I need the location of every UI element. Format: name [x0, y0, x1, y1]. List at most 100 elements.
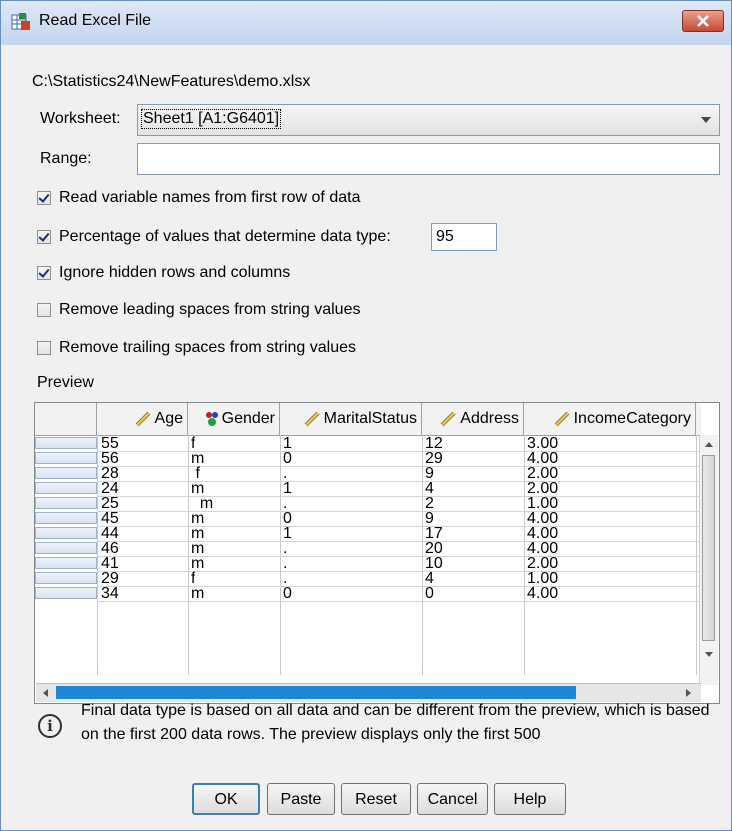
table-cell[interactable]: 1.00 — [527, 571, 558, 586]
preview-grid[interactable]: Age Gender MaritalStatus Address IncomeC… — [34, 402, 720, 704]
table-cell[interactable]: 41 — [101, 556, 119, 571]
checkbox[interactable] — [37, 230, 51, 244]
table-cell[interactable]: 12 — [425, 436, 443, 451]
column-header-address[interactable]: Address — [422, 403, 524, 435]
table-cell[interactable]: 45 — [101, 511, 119, 526]
table-cell[interactable]: 4 — [425, 571, 434, 586]
cancel-button[interactable]: Cancel — [417, 783, 488, 815]
grid-row-line — [97, 526, 701, 527]
row-header[interactable] — [35, 557, 97, 569]
row-header[interactable] — [35, 452, 97, 464]
column-header-gender[interactable]: Gender — [188, 403, 280, 435]
table-cell[interactable]: 0 — [283, 511, 292, 526]
row-header[interactable] — [35, 527, 97, 539]
vertical-scroll-thumb[interactable] — [702, 455, 715, 641]
table-cell[interactable]: m — [191, 526, 204, 541]
table-cell[interactable]: m — [191, 541, 204, 556]
table-cell[interactable]: . — [283, 556, 287, 571]
table-cell[interactable]: 0 — [425, 586, 434, 601]
table-cell[interactable]: 9 — [425, 511, 434, 526]
vertical-scrollbar[interactable] — [699, 435, 718, 685]
table-cell[interactable]: 0 — [283, 586, 292, 601]
row-header[interactable] — [35, 542, 97, 554]
table-cell[interactable]: . — [283, 541, 287, 556]
row-header[interactable] — [35, 572, 97, 584]
table-cell[interactable]: f — [191, 571, 195, 586]
corner-header — [35, 403, 97, 435]
grid-column-line — [188, 435, 189, 675]
table-cell[interactable]: 4.00 — [527, 451, 558, 466]
table-cell[interactable]: 34 — [101, 586, 119, 601]
row-header[interactable] — [35, 512, 97, 524]
table-cell[interactable]: 20 — [425, 541, 443, 556]
scroll-left-icon[interactable] — [39, 685, 53, 701]
table-cell[interactable]: 24 — [101, 481, 119, 496]
table-cell[interactable]: 4.00 — [527, 526, 558, 541]
table-cell[interactable]: m — [191, 496, 213, 511]
table-cell[interactable]: 55 — [101, 436, 119, 451]
ok-button[interactable]: OK — [192, 783, 260, 815]
table-cell[interactable]: 17 — [425, 526, 443, 541]
table-cell[interactable]: 3.00 — [527, 436, 558, 451]
column-header-incomecategory[interactable]: IncomeCategory — [524, 403, 696, 435]
option-label: Remove trailing spaces from string value… — [59, 339, 357, 356]
table-cell[interactable]: . — [283, 571, 287, 586]
paste-button[interactable]: Paste — [267, 783, 335, 815]
close-button[interactable] — [682, 10, 724, 32]
table-cell[interactable]: 10 — [425, 556, 443, 571]
table-cell[interactable]: 2 — [425, 496, 434, 511]
table-cell[interactable]: m — [191, 511, 204, 526]
table-cell[interactable]: 1.00 — [527, 496, 558, 511]
worksheet-dropdown[interactable]: Sheet1 [A1:G6401] — [137, 104, 720, 136]
table-cell[interactable]: 56 — [101, 451, 119, 466]
row-header[interactable] — [35, 467, 97, 479]
table-cell[interactable]: 1 — [283, 526, 292, 541]
table-cell[interactable]: m — [191, 481, 204, 496]
table-cell[interactable]: m — [191, 586, 204, 601]
table-cell[interactable]: 4.00 — [527, 511, 558, 526]
table-cell[interactable]: 1 — [283, 481, 292, 496]
horizontal-scroll-thumb[interactable] — [56, 686, 576, 699]
row-header[interactable] — [35, 587, 97, 599]
checkbox[interactable] — [37, 341, 51, 355]
table-cell[interactable]: 29 — [425, 451, 443, 466]
row-header[interactable] — [35, 437, 97, 449]
table-cell[interactable]: 4.00 — [527, 541, 558, 556]
grid-row-line — [97, 481, 701, 482]
table-cell[interactable]: . — [283, 496, 287, 511]
table-cell[interactable]: 2.00 — [527, 466, 558, 481]
table-cell[interactable]: m — [191, 451, 204, 466]
table-cell[interactable]: . — [283, 466, 287, 481]
table-cell[interactable]: f — [191, 436, 195, 451]
table-cell[interactable]: 2.00 — [527, 481, 558, 496]
table-cell[interactable]: 0 — [283, 451, 292, 466]
table-cell[interactable]: f — [191, 466, 199, 481]
row-header[interactable] — [35, 482, 97, 494]
column-header-maritalstatus[interactable]: MaritalStatus — [280, 403, 422, 435]
table-cell[interactable]: 9 — [425, 466, 434, 481]
table-cell[interactable]: 4 — [425, 481, 434, 496]
checkbox[interactable] — [37, 191, 51, 205]
table-cell[interactable]: 28 — [101, 466, 119, 481]
scroll-up-icon[interactable] — [701, 438, 717, 452]
checkbox[interactable] — [37, 266, 51, 280]
table-cell[interactable]: 46 — [101, 541, 119, 556]
table-cell[interactable]: 1 — [283, 436, 292, 451]
grid-column-line — [422, 435, 423, 675]
reset-button[interactable]: Reset — [341, 783, 411, 815]
table-cell[interactable]: 25 — [101, 496, 119, 511]
title-bar[interactable]: Read Excel File — [1, 1, 731, 45]
grid-row-line — [97, 466, 701, 467]
table-cell[interactable]: 29 — [101, 571, 119, 586]
help-button[interactable]: Help — [494, 783, 566, 815]
range-input[interactable] — [137, 143, 720, 175]
table-cell[interactable]: 44 — [101, 526, 119, 541]
checkbox[interactable] — [37, 303, 51, 317]
table-cell[interactable]: 4.00 — [527, 586, 558, 601]
table-cell[interactable]: 2.00 — [527, 556, 558, 571]
row-header[interactable] — [35, 497, 97, 509]
table-cell[interactable]: m — [191, 556, 204, 571]
column-header-age[interactable]: Age — [97, 403, 188, 435]
percentage-input[interactable] — [431, 223, 497, 251]
scroll-down-icon[interactable] — [701, 647, 717, 661]
